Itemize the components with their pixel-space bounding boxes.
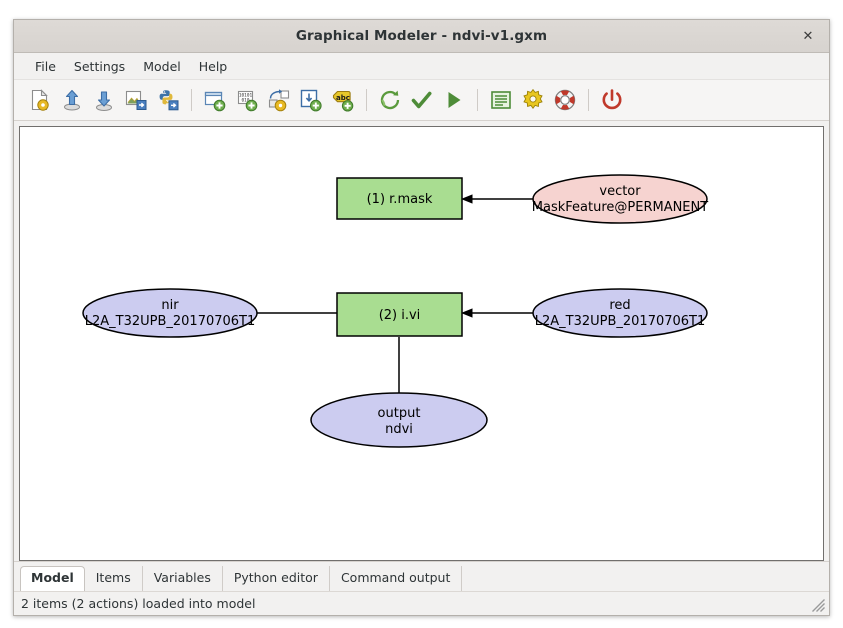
node-nir-label-line2: L2A_T32UPB_20170706T1 [85,314,256,329]
export-python-icon [159,90,179,111]
tab-model[interactable]: Model [20,566,85,592]
modeler-window: Graphical Modeler - ndvi-v1.gxm ✕ File S… [13,19,830,616]
status-bar: 2 items (2 actions) loaded into model [14,591,829,615]
add-command-button[interactable] [199,84,231,116]
add-comment-button[interactable]: abc [327,84,359,116]
run-model-icon [448,92,461,108]
menu-bar: File Settings Model Help [14,53,829,80]
menu-file[interactable]: File [26,57,65,76]
export-image-icon [125,90,147,110]
model-settings-button[interactable] [517,84,549,116]
model-canvas[interactable]: (1) r.mask vector MaskFeature@PERMANENT … [19,126,824,561]
title-bar: Graphical Modeler - ndvi-v1.gxm ✕ [14,20,829,53]
model-diagram: (1) r.mask vector MaskFeature@PERMANENT … [82,174,708,448]
add-data-icon: 10101 010 [237,90,258,112]
node-red-label-line2: L2A_T32UPB_20170706T1 [535,314,706,329]
menu-help[interactable]: Help [190,57,237,76]
node-red[interactable]: red L2A_T32UPB_20170706T1 [532,288,708,338]
export-python-button[interactable] [152,84,184,116]
quit-button[interactable] [596,84,628,116]
node-output-label-line1: output [378,406,421,421]
open-model-button[interactable] [56,84,88,116]
node-output-label-line2: ndvi [385,422,413,437]
add-command-icon [204,91,226,112]
toolbar-separator-3 [477,89,478,111]
quit-icon [602,89,622,110]
new-model-button[interactable] [24,84,56,116]
menu-settings[interactable]: Settings [65,57,134,76]
save-model-button[interactable] [88,84,120,116]
add-loop-icon [300,89,322,112]
help-icon [554,89,576,111]
window-title: Graphical Modeler - ndvi-v1.gxm [295,28,548,44]
add-data-button[interactable]: 10101 010 [231,84,263,116]
run-model-button[interactable] [438,84,470,116]
new-model-icon [31,89,49,111]
menu-model[interactable]: Model [134,57,190,76]
node-i-vi[interactable]: (2) i.vi [336,292,463,337]
node-vector-label-line2: MaskFeature@PERMANENT [532,200,708,215]
node-vector-maskfeature[interactable]: vector MaskFeature@PERMANENT [532,174,708,224]
close-icon[interactable]: ✕ [795,20,821,52]
node-r-mask-label: (1) r.mask [367,192,433,207]
model-properties-button[interactable] [485,84,517,116]
add-comment-icon: abc [332,90,354,112]
tab-python-editor[interactable]: Python editor [223,566,330,591]
canvas-container: (1) r.mask vector MaskFeature@PERMANENT … [14,121,829,561]
validate-model-button[interactable] [406,84,438,116]
toolbar-separator-2 [366,89,367,111]
add-relation-button[interactable] [263,84,295,116]
toolbar-separator-4 [588,89,589,111]
node-r-mask[interactable]: (1) r.mask [336,177,463,220]
status-message: 2 items (2 actions) loaded into model [21,596,256,611]
edge-red-to-ivi [461,308,544,318]
tab-bar: Model Items Variables Python editor Comm… [14,561,829,592]
toolbar: 10101 010 abc [14,80,829,121]
add-loop-button[interactable] [295,84,327,116]
node-nir[interactable]: nir L2A_T32UPB_20170706T1 [82,288,258,338]
redraw-model-icon [380,90,400,110]
validate-model-icon [411,91,432,109]
toolbar-separator-1 [191,89,192,111]
open-model-icon [64,89,80,111]
tab-items[interactable]: Items [85,566,143,591]
save-model-icon [96,91,112,111]
model-settings-icon [523,88,543,109]
resize-grip-icon[interactable] [810,597,826,613]
help-button[interactable] [549,84,581,116]
application-root: Graphical Modeler - ndvi-v1.gxm ✕ File S… [0,0,843,628]
redraw-model-button[interactable] [374,84,406,116]
model-properties-icon [491,91,511,109]
add-relation-icon [268,89,290,112]
node-i-vi-label: (2) i.vi [379,308,421,323]
node-red-label-line1: red [609,298,630,313]
tab-variables[interactable]: Variables [143,566,223,591]
tab-command-output[interactable]: Command output [330,566,463,591]
export-image-button[interactable] [120,84,152,116]
node-vector-label-line1: vector [599,184,641,199]
node-output-ndvi[interactable]: output ndvi [310,392,488,448]
node-nir-label-line1: nir [161,298,179,313]
